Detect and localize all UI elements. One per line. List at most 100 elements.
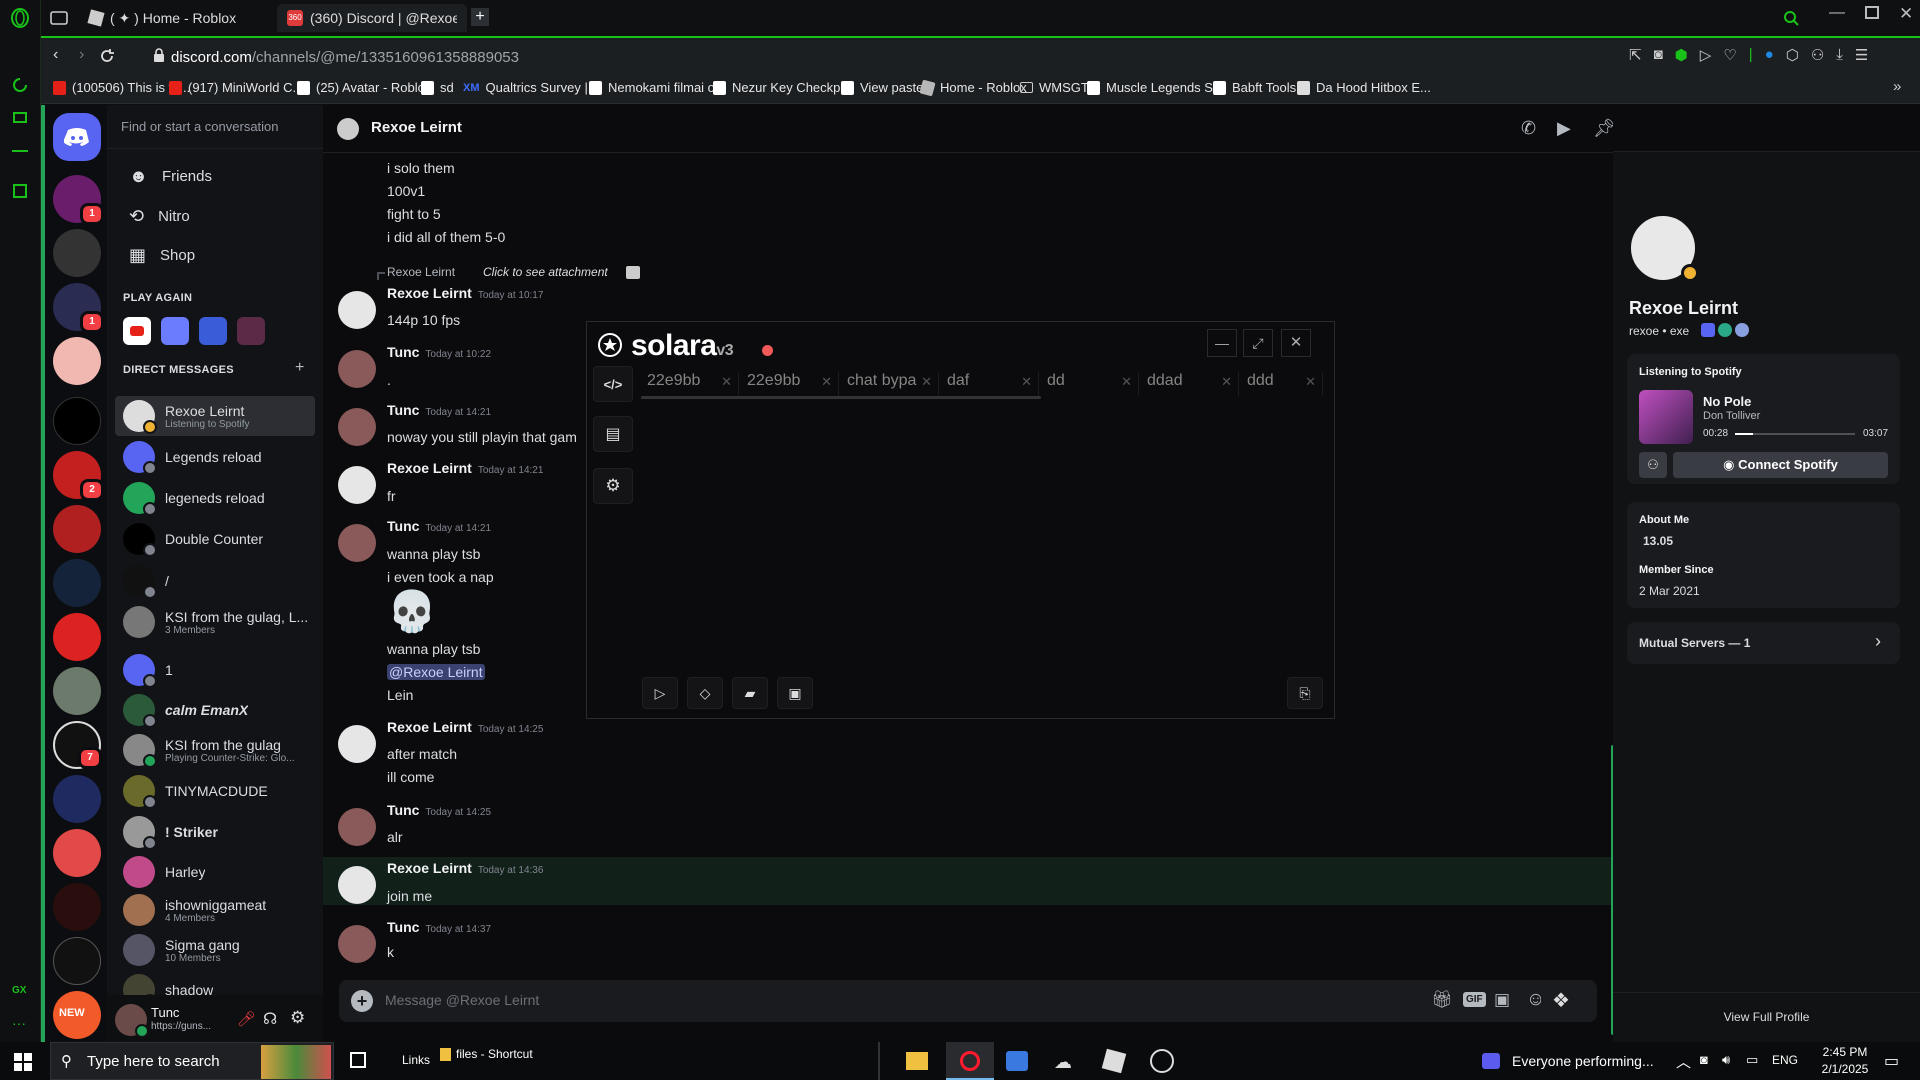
apps-icon[interactable]: ❖ (1541, 980, 1581, 1022)
nitro-badge-icon[interactable] (1701, 323, 1715, 337)
share-icon[interactable]: ⇱ (1629, 46, 1642, 64)
close-tab-icon[interactable]: ✕ (1305, 374, 1316, 390)
bookmark-item[interactable]: Nemokami filmai o... (589, 80, 726, 95)
server-icon[interactable] (53, 883, 101, 931)
activity-icon[interactable] (199, 317, 227, 345)
voice-call-icon[interactable]: ✆ (1521, 118, 1543, 140)
workspace-icon[interactable] (50, 10, 68, 26)
bookmark-item[interactable]: Home - Roblox (919, 79, 1027, 96)
script-tab[interactable]: ddad ✕ (1141, 372, 1239, 396)
message-avatar[interactable] (338, 925, 376, 963)
dm-item[interactable]: Legends reload (115, 437, 315, 477)
bookmark-item[interactable]: Da Hood Hitbox E... (1297, 80, 1431, 95)
dm-item[interactable]: ! Striker (115, 812, 315, 852)
dm-item[interactable]: 1 (115, 650, 315, 690)
youtube-activity-icon[interactable] (123, 317, 151, 345)
message-author[interactable]: Rexoe Leirnt (387, 860, 472, 876)
server-icon[interactable] (53, 229, 101, 277)
activity-icon[interactable] (237, 317, 265, 345)
bookmark-item[interactable]: sd (421, 80, 454, 95)
server-icon[interactable]: 1 (53, 175, 104, 225)
network-icon[interactable]: ▭ (1746, 1052, 1758, 1068)
clock-date[interactable]: 2/1/2025 (1818, 1062, 1872, 1076)
view-full-profile-link[interactable]: View Full Profile (1613, 1010, 1920, 1024)
dm-search-bar[interactable]: Find or start a conversation (107, 105, 323, 149)
user-avatar[interactable] (115, 1004, 149, 1038)
message-composer[interactable]: + Message @Rexoe Leirnt 🎁︎ GIF ▣ ☺ (339, 980, 1597, 1022)
script-tab[interactable]: daf ✕ (941, 372, 1039, 396)
server-icon[interactable]: 2 (53, 451, 104, 501)
bookmark-item[interactable]: Nezur Key Checkp... (713, 80, 851, 95)
close-tab-icon[interactable]: ✕ (721, 374, 732, 390)
message-avatar[interactable] (338, 866, 376, 904)
server-icon[interactable] (53, 505, 101, 553)
gift-icon[interactable]: 🎁︎ (1431, 990, 1453, 1010)
edit-sidebar-icon[interactable] (11, 182, 29, 200)
dm-item[interactable]: TINYMACDUDE (115, 771, 315, 811)
attach-plus-icon[interactable]: + (351, 990, 373, 1012)
message-author[interactable]: Rexoe Leirnt (387, 460, 472, 476)
user-mention[interactable]: @Rexoe Leirnt (387, 664, 485, 680)
menu-icon[interactable]: ☰ (1855, 46, 1868, 64)
shield-icon[interactable]: ⬢ (1675, 46, 1688, 64)
file-explorer-icon[interactable] (906, 1052, 928, 1070)
dm-item[interactable]: legeneds reload (115, 478, 315, 518)
script-tab[interactable]: ddd ✕ (1241, 372, 1323, 396)
camera-icon[interactable]: ◙ (1654, 46, 1663, 64)
server-icon[interactable] (53, 829, 101, 877)
dm-item[interactable]: Harley (115, 852, 315, 892)
message-avatar[interactable] (338, 408, 376, 446)
message-author[interactable]: Tunc (387, 344, 419, 360)
maximize-window-icon[interactable] (1865, 6, 1879, 19)
nav-shop[interactable]: ▦ Shop (115, 236, 315, 274)
store-icon[interactable] (1006, 1051, 1028, 1071)
message-avatar[interactable] (338, 350, 376, 388)
server-icon[interactable] (53, 613, 101, 661)
volume-icon[interactable]: 🔊︎ (1722, 1052, 1730, 1068)
dm-item[interactable]: KSI from the gulag Playing Counter-Strike… (115, 730, 315, 770)
message-author[interactable]: Tunc (387, 919, 419, 935)
message-avatar[interactable] (338, 466, 376, 504)
message-author[interactable]: Rexoe Leirnt (387, 285, 472, 301)
dm-item[interactable]: / (115, 561, 315, 601)
roblox-taskbar-icon[interactable] (1101, 1048, 1127, 1074)
clock-time[interactable]: 2:45 PM (1820, 1045, 1870, 1059)
dm-item[interactable]: calm EmanX (115, 690, 315, 730)
nav-friends[interactable]: ☻ Friends (115, 157, 315, 195)
server-icon[interactable] (53, 559, 101, 607)
links-toolbar[interactable]: Links (402, 1053, 430, 1067)
heart-icon[interactable]: ♡ (1723, 46, 1736, 64)
extension-sidebar-icon[interactable] (11, 108, 29, 126)
bookmark-item[interactable]: View paste (841, 80, 923, 95)
dm-item[interactable]: Sigma gang 10 Members (115, 930, 315, 970)
opera-logo-icon[interactable] (10, 8, 30, 28)
connect-spotify-button[interactable]: ◉ Connect Spotify (1673, 452, 1888, 478)
solara-settings-button[interactable]: ⚙ (593, 468, 633, 504)
message-author[interactable]: Tunc (387, 402, 419, 418)
task-view-icon[interactable] (350, 1052, 366, 1068)
profile-avatar[interactable] (1627, 212, 1699, 284)
tray-expand-icon[interactable]: ︿ (1676, 1051, 1691, 1072)
song-title[interactable]: No Pole (1703, 394, 1751, 409)
forward-icon[interactable]: › (79, 46, 84, 64)
close-tab-icon[interactable]: ✕ (1221, 374, 1232, 390)
reply-author[interactable]: Rexoe Leirnt (387, 265, 455, 279)
server-icon[interactable]: 1 (53, 283, 104, 333)
album-art[interactable] (1639, 390, 1693, 444)
server-icon[interactable] (53, 775, 101, 823)
boost-badge-icon[interactable] (1718, 323, 1732, 337)
bookmark-item[interactable]: (917) MiniWorld C... (169, 80, 303, 95)
dm-item[interactable]: ishowniggameat 4 Members (115, 890, 315, 930)
message-author[interactable]: Tunc (387, 518, 419, 534)
mic-muted-icon[interactable]: 🎤︎ (237, 1010, 256, 1028)
notifications-icon[interactable]: ▭ (1884, 1051, 1899, 1071)
reload-icon[interactable] (99, 48, 115, 64)
settings-gear-icon[interactable]: ⚙ (290, 1008, 305, 1028)
create-dm-icon[interactable]: + (295, 359, 304, 377)
invite-listen-icon[interactable]: ⚇ (1639, 452, 1667, 478)
search-tabs-icon[interactable] (1783, 10, 1799, 26)
save-file-button[interactable]: ▣ (777, 677, 813, 709)
video-call-icon[interactable]: ▶ (1557, 118, 1579, 140)
user-icon[interactable]: ⚇ (1811, 46, 1824, 64)
minimize-window-icon[interactable]: — (1829, 4, 1845, 22)
